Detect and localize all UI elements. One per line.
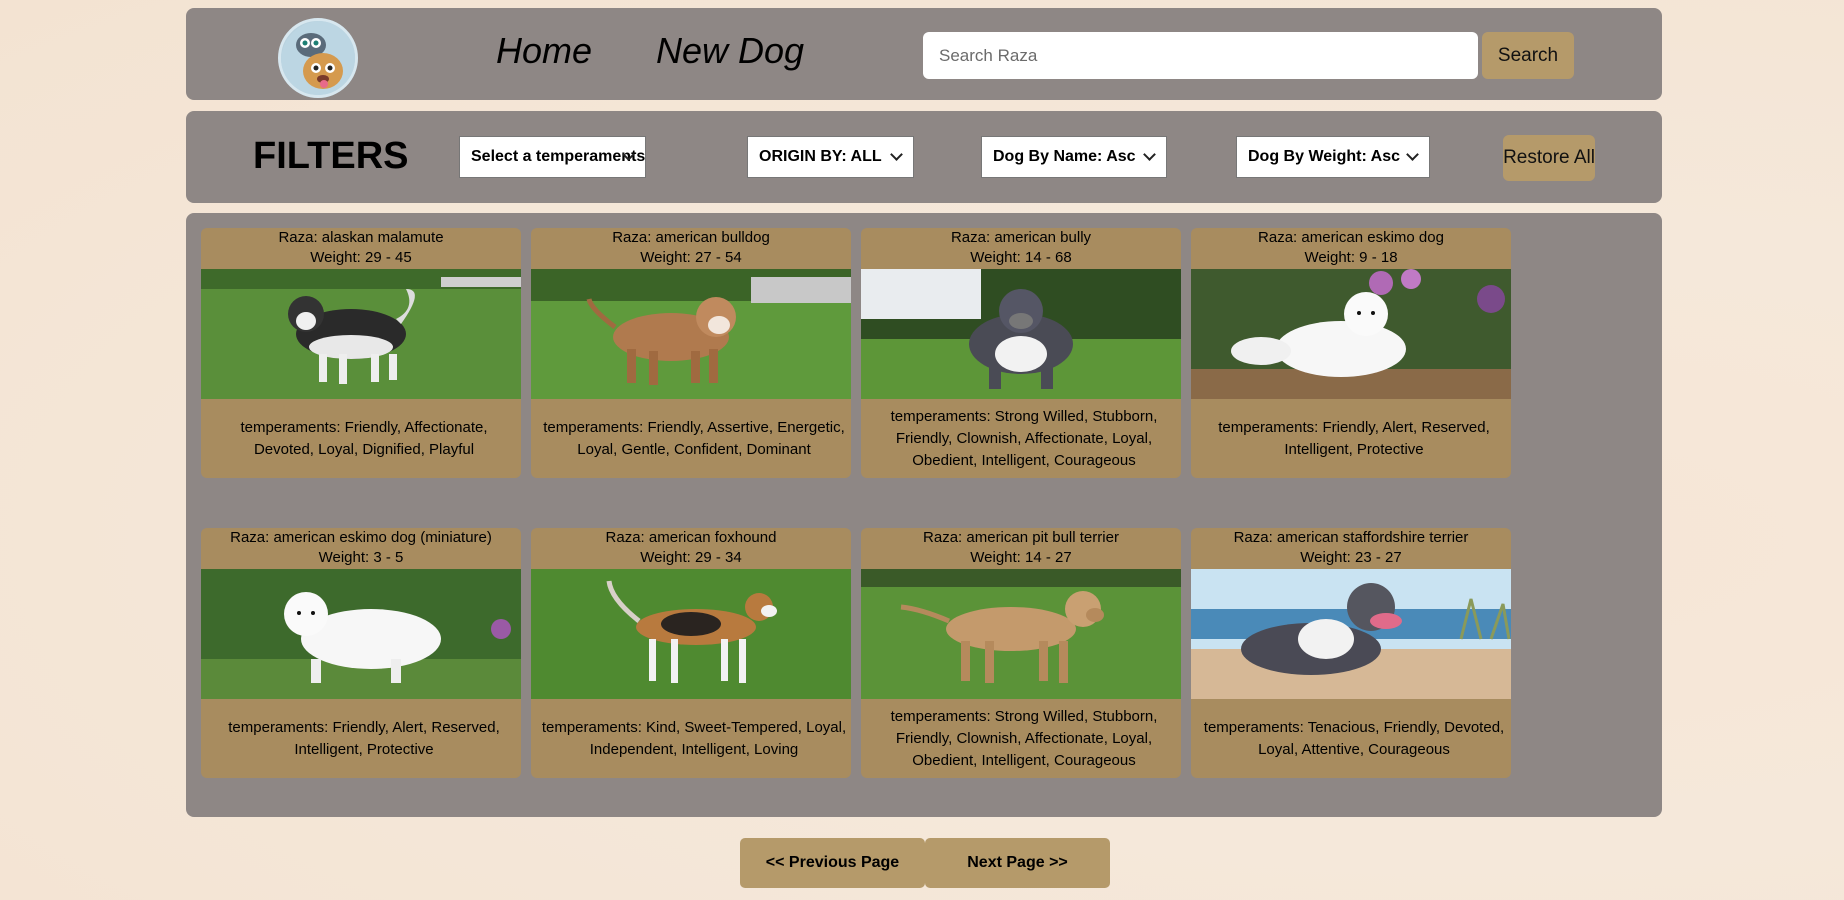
origin-select-value: ORIGIN BY: ALL [759,148,882,165]
dog-temperaments: temperaments: Friendly, Affectionate, De… [240,418,488,458]
dog-card[interactable]: Raza: american bulldog Weight: 27 - 54 t… [531,228,851,478]
dog-card[interactable]: Raza: american staffordshire terrier Wei… [1191,528,1511,778]
navbar: Home New Dog Search [186,8,1662,100]
weight-sort-select[interactable]: Dog By Weight: Asc [1236,136,1430,178]
dog-weight: Weight: 14 - 27 [970,549,1072,566]
search-button[interactable]: Search [1482,32,1574,79]
dog-photo [201,569,521,699]
restore-all-button[interactable]: Restore All [1503,135,1595,181]
chevron-down-icon [1143,148,1156,161]
nav-home-link[interactable]: Home [496,30,592,72]
dog-breed-name: Raza: american bulldog [612,229,770,246]
dog-photo [531,569,851,699]
dog-card[interactable]: Raza: american pit bull terrier Weight: … [861,528,1181,778]
dog-photo [201,269,521,399]
chevron-down-icon [1406,148,1419,161]
name-sort-select[interactable]: Dog By Name: Asc [981,136,1167,178]
dog-weight: Weight: 23 - 27 [1300,549,1402,566]
weight-sort-select-value: Dog By Weight: Asc [1248,148,1401,165]
dog-breed-name: Raza: american bully [950,229,1092,246]
chevron-down-icon [890,148,903,161]
dog-weight: Weight: 9 - 18 [1304,249,1398,266]
dog-breed-name: Raza: american eskimo dog [1258,229,1444,246]
dog-temperaments: temperaments: Tenacious, Friendly, Devot… [1203,718,1505,758]
dog-photo [1191,269,1511,399]
dog-breed-name: Raza: american eskimo dog (miniature) [230,529,492,546]
dog-breed-name: Raza: alaskan malamute [278,229,444,246]
dog-breed-name: Raza: american staffordshire terrier [1233,529,1469,546]
dog-temperaments: temperaments: Friendly, Alert, Reserved,… [228,718,500,758]
dog-temperaments: temperaments: Kind, Sweet-Tempered, Loya… [541,718,847,758]
temperament-select[interactable]: Select a temperaments [459,136,646,178]
filters-bar: FILTERS Select a temperaments ORIGIN BY:… [186,111,1662,203]
dog-weight: Weight: 3 - 5 [318,549,404,566]
dog-temperaments: temperaments: Friendly, Alert, Reserved,… [1218,418,1490,458]
dog-photo [1191,569,1511,699]
dog-logo-icon[interactable] [278,18,358,98]
dog-card[interactable]: Raza: american eskimo dog Weight: 9 - 18… [1191,228,1511,478]
dog-card[interactable]: Raza: american foxhound Weight: 29 - 34 … [531,528,851,778]
dog-weight: Weight: 27 - 54 [640,249,742,266]
temperament-select-value: Select a temperaments [471,148,646,165]
filters-title: FILTERS [253,135,409,177]
dog-breed-name: Raza: american pit bull terrier [923,529,1119,546]
dog-weight: Weight: 29 - 45 [310,249,412,266]
dog-card[interactable]: Raza: alaskan malamute Weight: 29 - 45 t… [201,228,521,478]
dog-photo [861,569,1181,699]
dog-temperaments: temperaments: Friendly, Assertive, Energ… [543,418,845,458]
dog-photo [861,269,1181,399]
dog-cards-grid: Raza: alaskan malamute Weight: 29 - 45 t… [186,213,1662,817]
origin-select[interactable]: ORIGIN BY: ALL [747,136,914,178]
dog-temperaments: temperaments: Strong Willed, Stubborn, F… [890,707,1158,769]
nav-new-dog-link[interactable]: New Dog [656,30,804,72]
dog-breed-name: Raza: american foxhound [605,529,777,546]
previous-page-button[interactable]: << Previous Page [740,838,925,888]
next-page-button[interactable]: Next Page >> [925,838,1110,888]
dog-card[interactable]: Raza: american eskimo dog (miniature) We… [201,528,521,778]
dog-weight: Weight: 29 - 34 [640,549,742,566]
search-input[interactable] [923,32,1478,79]
dog-weight: Weight: 14 - 68 [970,249,1072,266]
name-sort-select-value: Dog By Name: Asc [993,148,1136,165]
dog-photo [531,269,851,399]
dog-temperaments: temperaments: Strong Willed, Stubborn, F… [890,407,1158,469]
dog-card[interactable]: Raza: american bully Weight: 14 - 68 tem… [861,228,1181,478]
